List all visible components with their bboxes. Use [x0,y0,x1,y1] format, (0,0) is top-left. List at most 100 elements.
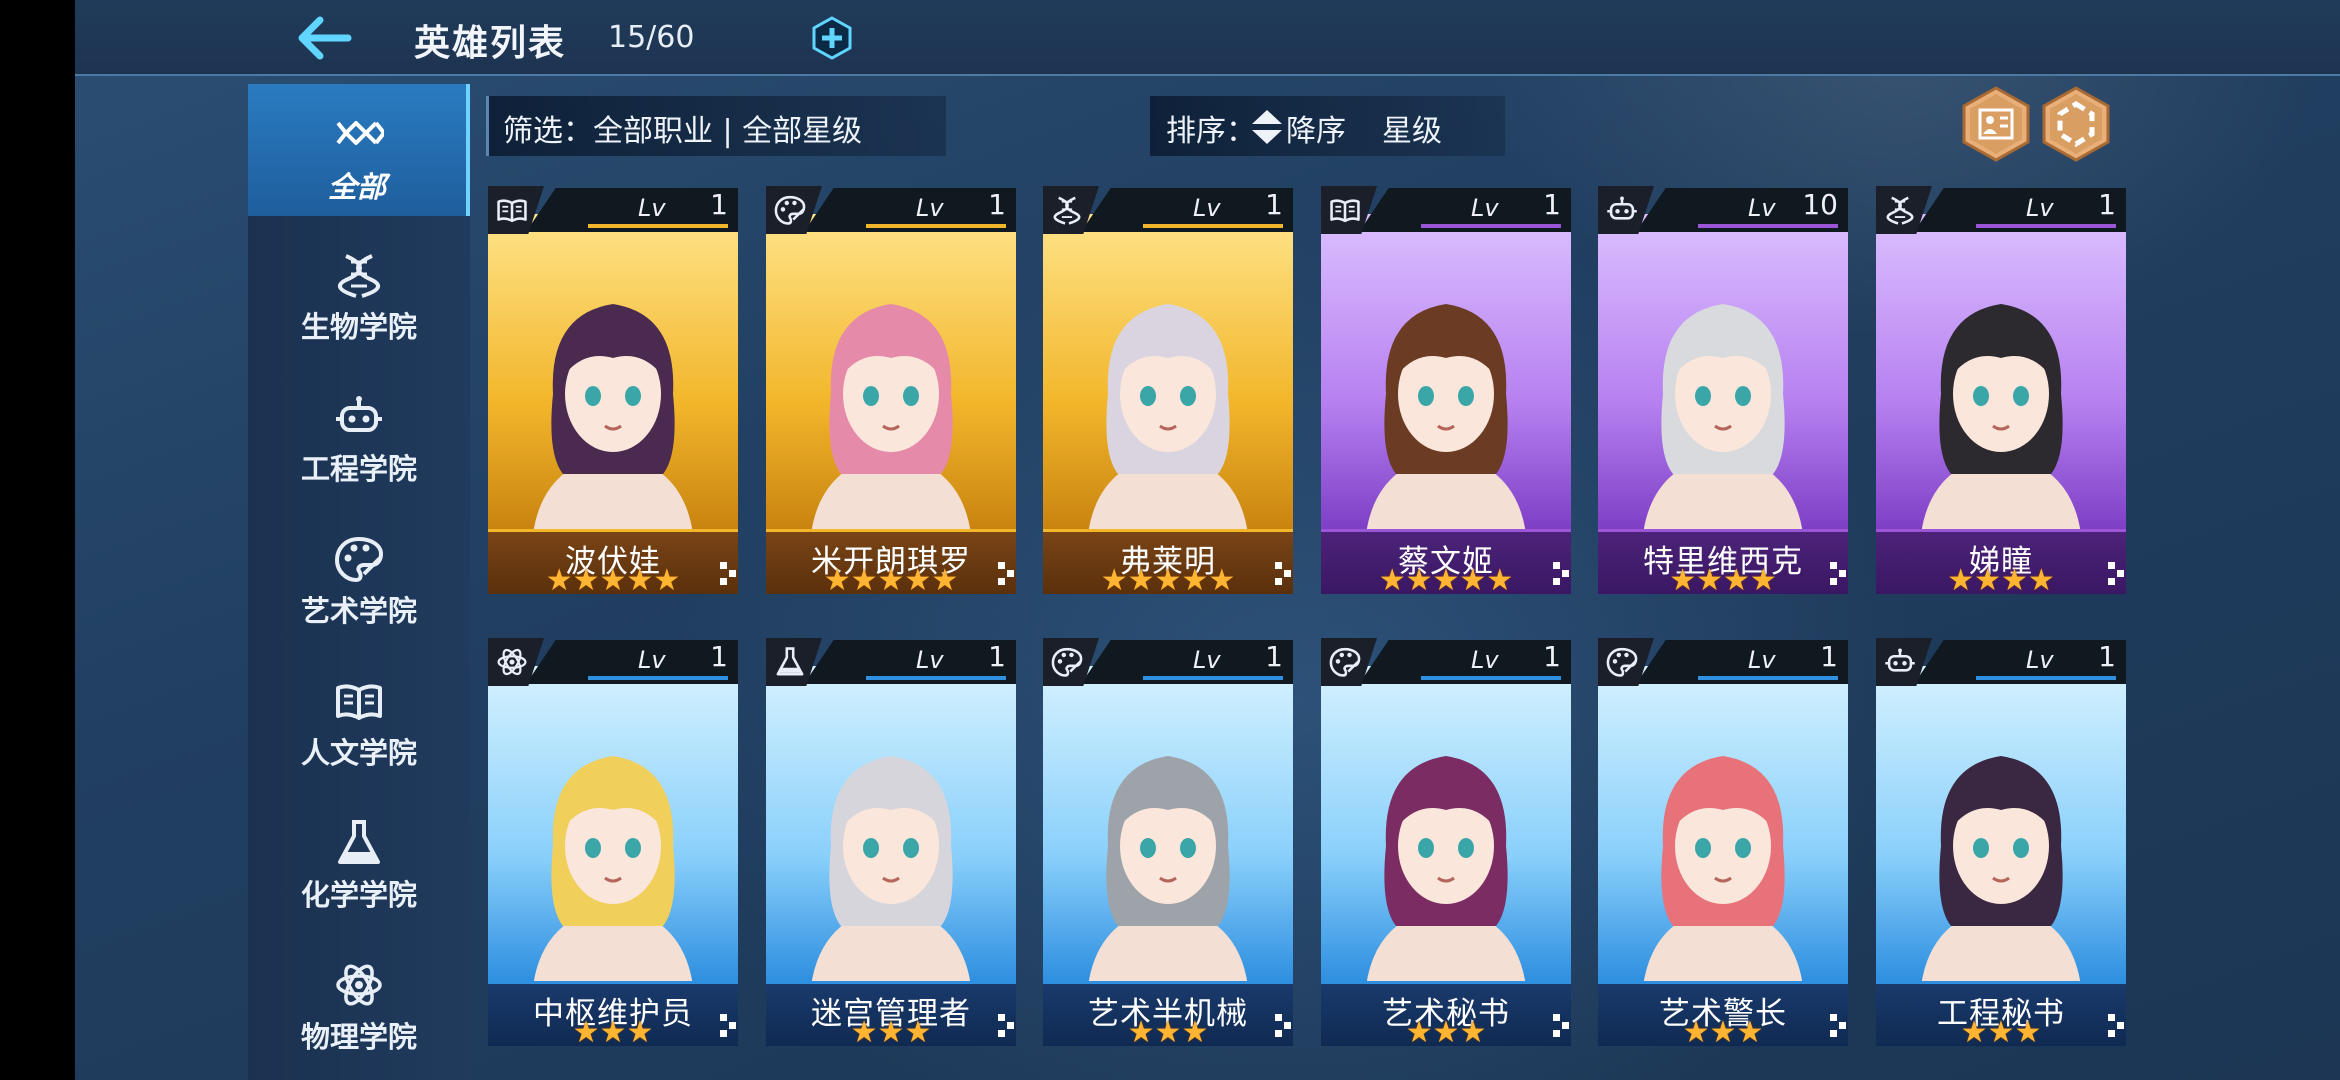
hero-level: 1 [1543,640,1561,673]
book-icon [497,199,527,223]
hero-level: 1 [2098,640,2116,673]
corner-mark-icon [720,562,736,585]
atom-icon [497,648,527,676]
page-title: 英雄列表 [414,23,567,64]
hero-name-bar: 中枢维护员 ★★★ [488,981,738,1046]
level-prefix-text: Lv [916,194,944,222]
hero-name-bar: 艺术半机械 ★★★ [1043,981,1293,1046]
hero-name-bar: 特里维西克 ★★★★ [1598,529,1848,594]
hero-figure [811,756,971,986]
hero-name-bar: 工程秘书 ★★★ [1876,981,2126,1046]
hero-level: 1 [988,640,1006,673]
hero-card[interactable]: Lv 1 波伏娃 ★★★★★ [488,186,738,594]
hero-stars: ★★★ [1127,1015,1209,1047]
hero-card[interactable]: Lv 1 迷宫管理者 ★★★ [766,638,1016,1046]
hero-level: 10 [1802,188,1838,221]
level-prefix: Lv [1193,194,1221,222]
level-prefix-text: Lv [1748,646,1776,674]
arrow-left-icon [298,16,352,60]
hero-card-header: Lv 1 [1043,186,1293,234]
hero-level: 1 [1265,640,1283,673]
robot-icon [1607,196,1637,220]
level-prefix-text: Lv [2026,194,2054,222]
hero-card-header: Lv 10 [1598,186,1848,234]
sidebar-item-4[interactable]: 人文学院 [248,652,470,784]
dna-icon [337,254,381,298]
sidebar-item-label: 人文学院 [300,736,417,770]
hero-stars: ★★★★★ [1100,563,1236,595]
hero-count: 15/60 [608,20,695,55]
hero-level: 1 [710,188,728,221]
hero-stars: ★★★ [572,1015,654,1047]
back-button[interactable] [298,14,352,62]
hero-profile-button[interactable] [1962,86,2030,162]
hero-card[interactable]: Lv 1 弗莱明 ★★★★★ [1043,186,1293,594]
sidebar-item-3[interactable]: 艺术学院 [248,510,470,642]
level-prefix-text: Lv [1471,194,1499,222]
level-prefix: Lv [1748,646,1776,674]
corner-mark-icon [1830,1014,1846,1037]
level-prefix: Lv [1471,646,1499,674]
hero-card[interactable]: Lv 1 艺术半机械 ★★★ [1043,638,1293,1046]
hero-figure [1921,304,2081,534]
sidebar-item-label: 工程学院 [300,452,417,486]
corner-mark-icon [2108,1014,2124,1037]
flask-icon [338,820,380,864]
dna-icon [1053,196,1081,225]
sidebar-item-label: 化学学院 [300,878,417,912]
hero-card[interactable]: Lv 1 娣瞳 ★★★★ [1876,186,2126,594]
corner-mark-icon [1553,562,1569,585]
atom-icon [336,964,382,1006]
filter-label: 筛选：全部职业 | 全部星级 [503,114,863,149]
hero-figure [1366,756,1526,986]
hero-card[interactable]: Lv 1 米开朗琪罗 ★★★★★ [766,186,1016,594]
hero-portrait [488,214,738,534]
hero-level: 1 [2098,188,2116,221]
sort-key-button[interactable]: 星级 [1382,106,1442,150]
sidebar-item-0[interactable]: 全部 [248,84,470,216]
sidebar-item-5[interactable]: 化学学院 [248,794,470,926]
hero-portrait [766,214,1016,534]
hero-figure [1643,304,1803,534]
hero-card[interactable]: Lv 1 中枢维护员 ★★★ [488,638,738,1046]
level-prefix-text: Lv [916,646,944,674]
expand-view-button[interactable] [2042,86,2110,162]
hero-stars: ★★★★★ [1378,563,1514,595]
level-prefix-text: Lv [1471,646,1499,674]
hero-level: 1 [710,640,728,673]
hero-card-header: Lv 1 [1321,638,1571,686]
corner-mark-icon [998,1014,1014,1037]
level-prefix: Lv [1193,646,1221,674]
sidebar-item-2[interactable]: 工程学院 [248,368,470,500]
level-prefix: Lv [916,194,944,222]
hero-card-header: Lv 1 [1876,638,2126,686]
expand-icon [2042,86,2110,162]
corner-mark-icon [1553,1014,1569,1037]
hero-card[interactable]: Lv 1 工程秘书 ★★★ [1876,638,2126,1046]
hero-card[interactable]: Lv 1 艺术秘书 ★★★ [1321,638,1571,1046]
sidebar-item-6[interactable]: 物理学院 [248,936,470,1068]
sidebar-item-1[interactable]: 生物学院 [248,226,470,358]
hero-card[interactable]: Lv 1 蔡文姬 ★★★★★ [1321,186,1571,594]
level-prefix-text: Lv [638,194,666,222]
hero-card-header: Lv 1 [1321,186,1571,234]
palette-icon [1051,647,1083,677]
palette-icon [334,536,384,583]
level-prefix: Lv [2026,646,2054,674]
plus-icon [812,16,852,60]
hero-name-bar: 娣瞳 ★★★★ [1876,529,2126,594]
filter-button[interactable]: 筛选：全部职业 | 全部星级 [486,96,946,156]
hero-stars: ★★★ [1405,1015,1487,1047]
infinity-icon [336,121,384,145]
sort-direction-label: 降序 [1286,114,1346,149]
book-icon [336,684,382,720]
add-capacity-button[interactable] [810,16,854,60]
id-card-icon [1962,86,2030,162]
hero-stars: ★★★★ [1669,563,1777,595]
level-prefix: Lv [916,646,944,674]
hero-figure [533,304,693,534]
hero-card[interactable]: Lv 1 艺术警长 ★★★ [1598,638,1848,1046]
hero-card[interactable]: Lv 10 特里维西克 ★★★★ [1598,186,1848,594]
hero-portrait [1876,214,2126,534]
corner-mark-icon [998,562,1014,585]
